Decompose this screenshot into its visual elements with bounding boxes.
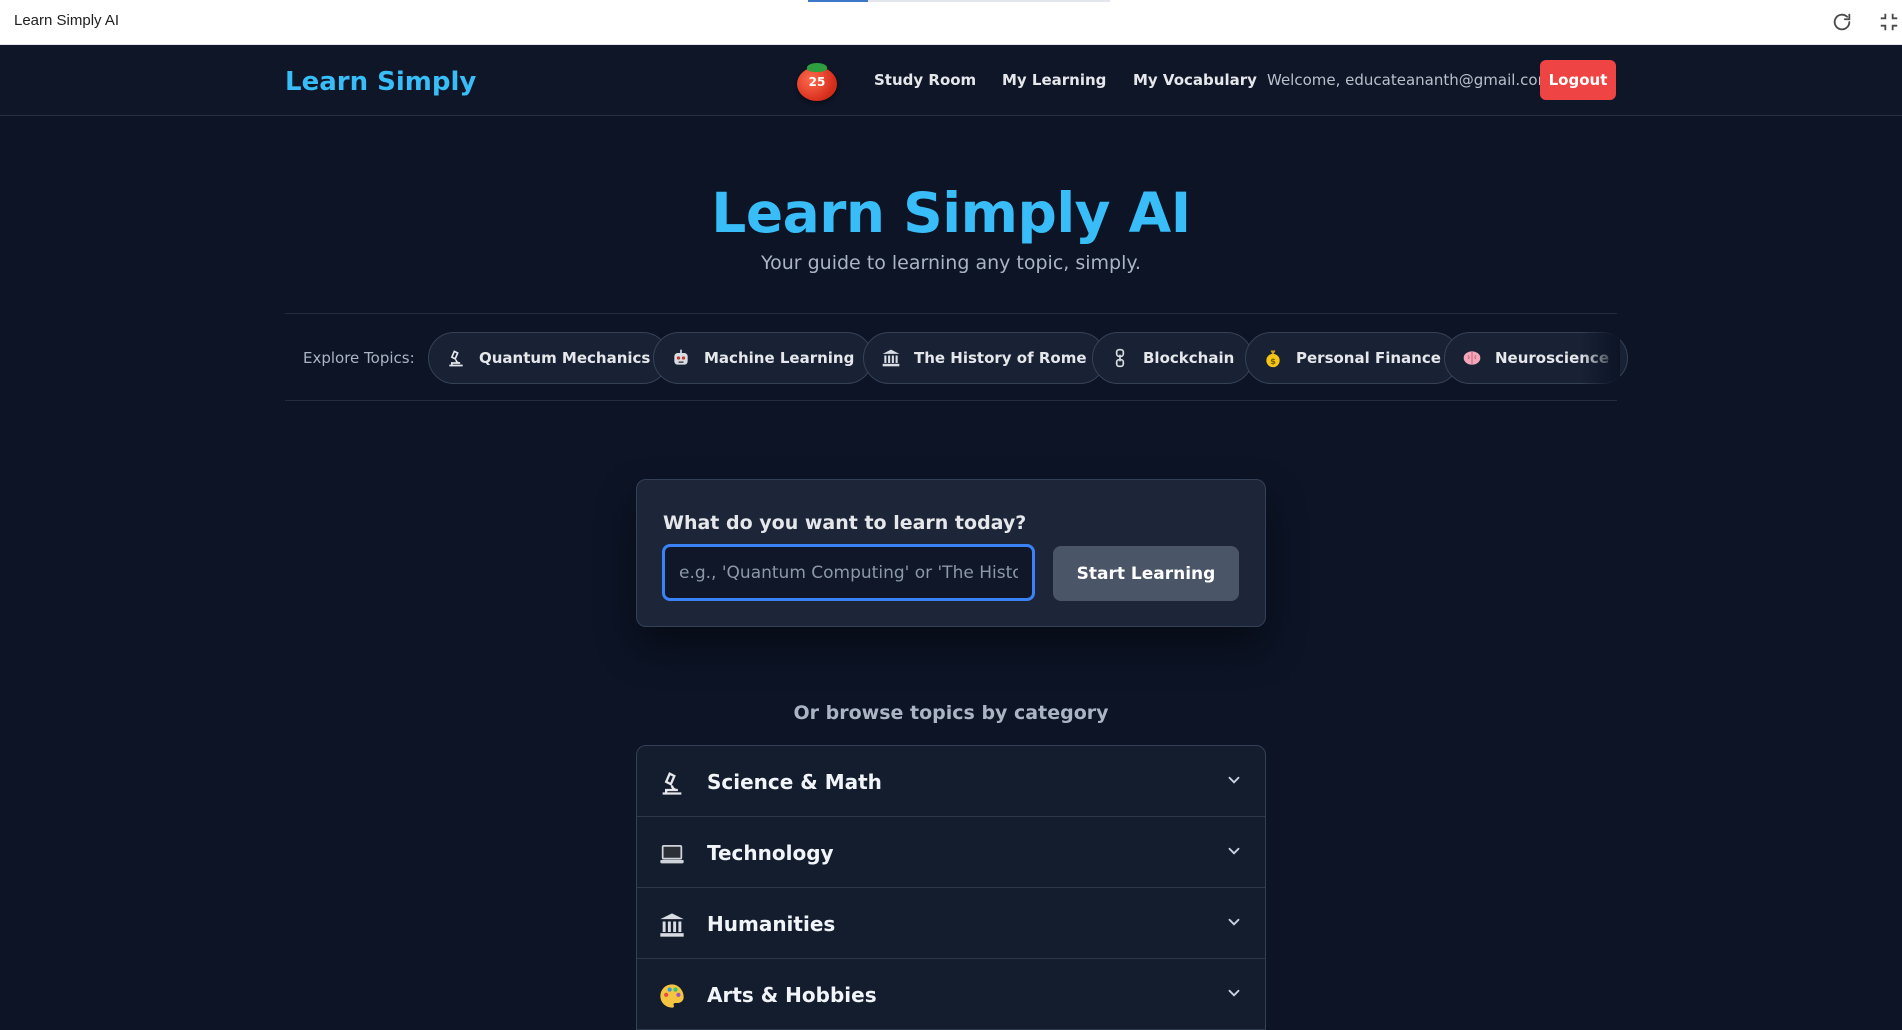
browser-tab-title: Learn Simply AI xyxy=(14,12,120,29)
topic-chip-label: Machine Learning xyxy=(704,349,855,367)
chevron-down-icon xyxy=(1228,847,1240,855)
browse-categories-heading: Or browse topics by category xyxy=(793,702,1109,724)
explore-topics-strip: Explore Topics: Quantum Mechanics Machin… xyxy=(285,313,1628,401)
category-arts-hobbies[interactable]: Arts & Hobbies xyxy=(637,959,1265,1030)
category-technology[interactable]: Technology xyxy=(637,817,1265,888)
loading-indicator xyxy=(808,0,1110,2)
category-accordion: Science & Math Technology Humanities Art… xyxy=(636,745,1266,1030)
explore-topics-label: Explore Topics: xyxy=(303,349,415,367)
category-science-math[interactable]: Science & Math xyxy=(637,746,1265,817)
nav-my-vocabulary[interactable]: My Vocabulary xyxy=(1133,71,1257,89)
search-card: What do you want to learn today? Start L… xyxy=(636,479,1266,627)
category-humanities[interactable]: Humanities xyxy=(637,888,1265,959)
welcome-message: Welcome, educateananth@gmail.com xyxy=(1267,71,1553,89)
topic-chip-quantum-mechanics[interactable]: Quantum Mechanics xyxy=(428,332,670,384)
microscope-icon xyxy=(445,347,467,369)
hero-title: Learn Simply AI xyxy=(711,181,1191,245)
logout-button[interactable]: Logout xyxy=(1540,60,1616,100)
topic-search-input[interactable] xyxy=(662,544,1035,601)
topic-chip-blockchain[interactable]: Blockchain xyxy=(1092,332,1254,384)
chevron-down-icon xyxy=(1228,776,1240,784)
brand-logo[interactable]: Learn Simply xyxy=(285,67,476,97)
topic-chip-personal-finance[interactable]: $ Personal Finance xyxy=(1245,332,1460,384)
classical-building-icon xyxy=(657,910,687,940)
start-learning-button[interactable]: Start Learning xyxy=(1053,546,1239,601)
laptop-icon xyxy=(657,839,687,869)
chevron-down-icon xyxy=(1228,918,1240,926)
category-label: Technology xyxy=(707,841,834,865)
chain-link-icon xyxy=(1109,347,1131,369)
exit-fullscreen-icon[interactable] xyxy=(1878,11,1900,33)
nav-study-room[interactable]: Study Room xyxy=(874,71,976,89)
pomodoro-timer-icon[interactable]: 25 xyxy=(795,61,839,101)
svg-text:$: $ xyxy=(1270,356,1276,366)
topic-chip-label: Blockchain xyxy=(1143,349,1235,367)
topic-chip-label: Quantum Mechanics xyxy=(479,349,651,367)
robot-icon xyxy=(670,347,692,369)
category-label: Science & Math xyxy=(707,770,882,794)
category-label: Arts & Hobbies xyxy=(707,983,877,1007)
timer-value: 25 xyxy=(808,75,826,89)
money-bag-icon: $ xyxy=(1262,347,1284,369)
chip-scroll-fade xyxy=(1580,332,1620,386)
artist-palette-icon xyxy=(657,981,687,1011)
topic-chip-machine-learning[interactable]: Machine Learning xyxy=(653,332,874,384)
topic-chip-label: The History of Rome xyxy=(914,349,1087,367)
microscope-icon xyxy=(657,768,687,798)
hero-subtitle: Your guide to learning any topic, simply… xyxy=(761,252,1141,274)
brain-icon xyxy=(1461,347,1483,369)
classical-building-icon xyxy=(880,347,902,369)
app-header: Learn Simply 25 Study Room My Learning M… xyxy=(0,45,1902,116)
chevron-down-icon xyxy=(1228,989,1240,997)
nav-my-learning[interactable]: My Learning xyxy=(1002,71,1106,89)
topic-chip-history-of-rome[interactable]: The History of Rome xyxy=(863,332,1106,384)
topic-chip-label: Personal Finance xyxy=(1296,349,1441,367)
browser-toolbar: Learn Simply AI xyxy=(0,0,1902,45)
search-label: What do you want to learn today? xyxy=(663,512,1027,534)
category-label: Humanities xyxy=(707,912,836,936)
reload-icon[interactable] xyxy=(1831,11,1853,33)
